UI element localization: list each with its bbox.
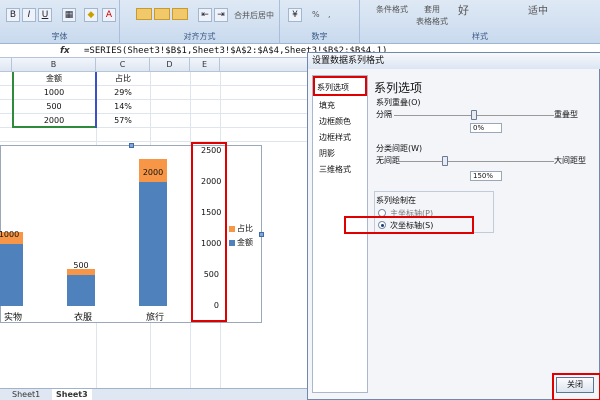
comma-button[interactable]: , xyxy=(328,10,331,19)
cell-share[interactable]: 57% xyxy=(96,114,150,128)
ribbon-group-alignment: ⇤ ⇥ 合并后居中 对齐方式 xyxy=(120,0,280,44)
bar-amount[interactable] xyxy=(67,275,95,306)
highlight-secondary-axis xyxy=(191,142,227,322)
nav-fill[interactable]: 填充 xyxy=(319,100,335,111)
gap-slider-thumb[interactable] xyxy=(441,156,448,166)
legend-item-share[interactable]: 占比 xyxy=(229,223,253,234)
percent-button[interactable]: % xyxy=(312,10,320,19)
selection-range-blue xyxy=(95,72,97,128)
apply-table-button[interactable]: 套用 xyxy=(424,4,440,15)
chart-area[interactable]: 1000 500 2000 2500 2000 1500 1000 500 0 实物 衣服 旅行… xyxy=(0,142,264,323)
column-header-e[interactable]: E xyxy=(190,58,220,72)
outdent-icon[interactable]: ⇥ xyxy=(214,8,228,22)
bar-amount[interactable] xyxy=(0,244,23,306)
nav-border-color[interactable]: 边框颜色 xyxy=(319,116,351,127)
ribbon-group-styles: 条件格式 套用 表格格式 好 适中 样式 xyxy=(360,0,600,44)
category-label: 衣服 xyxy=(73,313,92,323)
nav-shadow[interactable]: 阴影 xyxy=(319,148,335,159)
sheet-tabs: Sheet1 Sheet3 xyxy=(0,388,310,400)
nav-3d-format[interactable]: 三维格式 xyxy=(319,164,351,175)
fx-icon[interactable]: fx xyxy=(60,44,70,58)
overlap-right-label: 重叠型 xyxy=(554,110,578,119)
ribbon-group-label: 数字 xyxy=(311,32,328,41)
dialog-nav: 系列选项 填充 边框颜色 边框样式 阴影 三维格式 xyxy=(312,75,368,393)
legend-label: 占比 xyxy=(237,224,253,233)
data-label: 2000 xyxy=(142,168,164,177)
legend-item-amount[interactable]: 金额 xyxy=(229,237,253,248)
legend-label: 金额 xyxy=(237,238,253,247)
gap-right-label: 大间距型 xyxy=(554,156,586,165)
dialog-title[interactable]: 设置数据系列格式 xyxy=(308,53,600,69)
data-label: 1000 xyxy=(0,230,20,239)
currency-icon[interactable]: ¥ xyxy=(288,8,302,22)
corner-header[interactable] xyxy=(0,58,12,72)
overlap-slider-thumb[interactable] xyxy=(471,110,477,120)
highlight-nav xyxy=(313,76,367,96)
align-left-icon[interactable] xyxy=(136,8,152,20)
legend-swatch xyxy=(229,239,235,246)
highlight-close xyxy=(552,373,600,400)
merge-center-button[interactable]: 合并后居中 xyxy=(234,10,274,21)
gap-value[interactable]: 150% xyxy=(470,171,502,181)
excel-window: B I U ▦ ◆ A 字体 ⇤ ⇥ 合并后居中 对齐方式 ¥ % , 数字 条… xyxy=(0,0,600,400)
table-format-button[interactable]: 表格格式 xyxy=(416,16,448,27)
cell-share[interactable]: 14% xyxy=(96,100,150,114)
tab-sheet3[interactable]: Sheet3 xyxy=(52,389,92,400)
border-icon[interactable]: ▦ xyxy=(62,8,76,22)
chart-resize-handle[interactable] xyxy=(259,232,264,237)
tab-sheet1[interactable]: Sheet1 xyxy=(8,389,44,400)
ribbon-group-label: 对齐方式 xyxy=(183,32,216,41)
overlap-left-label: 分隔 xyxy=(376,110,392,119)
italic-button[interactable]: I xyxy=(22,8,36,22)
bar-amount[interactable] xyxy=(139,182,167,306)
ribbon-group-label: 字体 xyxy=(51,32,68,41)
format-series-dialog: 设置数据系列格式 系列选项 填充 边框颜色 边框样式 阴影 三维格式 系列选项 … xyxy=(307,52,600,400)
align-center-icon[interactable] xyxy=(154,8,170,20)
column-header-d[interactable]: D xyxy=(150,58,190,72)
column-header-c[interactable]: C xyxy=(96,58,150,72)
highlight-secondary-option xyxy=(344,216,474,234)
plot-on-label: 系列绘制在 xyxy=(376,196,416,205)
cell-header-share[interactable]: 占比 xyxy=(96,72,150,86)
chart-resize-handle[interactable] xyxy=(129,143,134,148)
gap-slider-track[interactable] xyxy=(398,161,554,162)
column-header-f[interactable] xyxy=(220,58,310,72)
font-color-icon[interactable]: A xyxy=(102,8,116,22)
table-row xyxy=(0,128,310,142)
style-neutral[interactable]: 适中 xyxy=(528,2,548,17)
data-label: 500 xyxy=(73,261,89,270)
bold-button[interactable]: B xyxy=(6,8,20,22)
underline-button[interactable]: U xyxy=(38,8,52,22)
column-header-b[interactable]: B xyxy=(12,58,96,72)
ribbon-group-number: ¥ % , 数字 xyxy=(280,0,360,44)
overlap-value[interactable]: 0% xyxy=(470,123,502,133)
selection-range-green xyxy=(12,72,96,128)
category-label: 旅行 xyxy=(145,313,164,323)
conditional-format-button[interactable]: 条件格式 xyxy=(376,4,408,15)
overlap-label: 系列重叠(O) xyxy=(376,98,421,107)
align-right-icon[interactable] xyxy=(172,8,188,20)
gap-label: 分类间距(W) xyxy=(376,144,423,153)
cell-share[interactable]: 29% xyxy=(96,86,150,100)
indent-icon[interactable]: ⇤ xyxy=(198,8,212,22)
section-title: 系列选项 xyxy=(374,81,423,95)
fill-color-icon[interactable]: ◆ xyxy=(84,8,98,22)
ribbon-group-font: B I U ▦ ◆ A 字体 xyxy=(0,0,120,44)
gap-left-label: 无间距 xyxy=(376,156,400,165)
nav-border-style[interactable]: 边框样式 xyxy=(319,132,351,143)
ribbon: B I U ▦ ◆ A 字体 ⇤ ⇥ 合并后居中 对齐方式 ¥ % , 数字 条… xyxy=(0,0,600,44)
category-label: 实物 xyxy=(3,313,22,323)
style-good[interactable]: 好 xyxy=(458,2,469,18)
ribbon-group-label: 样式 xyxy=(472,32,488,41)
dialog-content: 系列选项 系列重叠(O) 分隔 重叠型 0% 分类间距(W) 无间距 大间距型 … xyxy=(344,75,597,393)
legend-swatch xyxy=(229,225,235,232)
